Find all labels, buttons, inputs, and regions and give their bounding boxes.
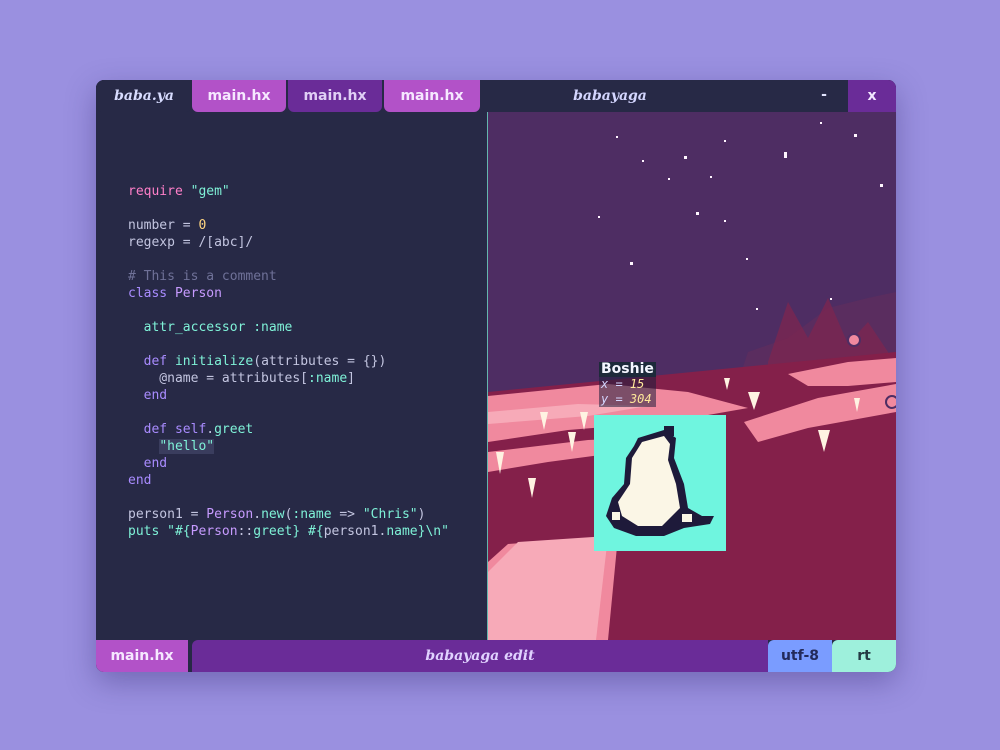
tab-main-hx-1[interactable]: main.hx	[192, 80, 286, 112]
code-line: def self.greet	[143, 422, 254, 437]
title-bar: baba.ya main.hx main.hx main.hx babayaga…	[96, 80, 896, 112]
code-line: number = 0	[128, 218, 207, 233]
game-scene	[488, 112, 896, 640]
code-line: puts "#{Person::greet} #{person1.name}\n…	[128, 524, 449, 539]
sprite-debug-label: Boshie x = 15 y = 304	[599, 362, 656, 407]
code-line: end	[128, 473, 152, 488]
status-file-name[interactable]: main.hx	[96, 640, 188, 672]
x-value: 15	[629, 377, 645, 391]
code-line: end	[143, 388, 168, 403]
code-line: require "gem"	[128, 184, 230, 199]
code-line: def initialize(attributes = {})	[143, 354, 387, 369]
game-viewport[interactable]: Boshie x = 15 y = 304	[488, 112, 896, 640]
mode-badge[interactable]: rt	[832, 640, 896, 672]
marker-orb	[847, 333, 861, 347]
code-line: "hello"	[159, 439, 215, 454]
code-line: class Person	[128, 286, 222, 301]
y-value: 304	[629, 392, 652, 406]
close-button[interactable]: x	[848, 80, 896, 112]
sprite-y-coordinate: y = 304	[599, 392, 656, 407]
code-line: end	[143, 456, 168, 471]
code-line: person1 = Person.new(:name => "Chris")	[128, 507, 426, 522]
code-editor[interactable]: require "gem" number = 0 regexp = /[abc]/ #…	[96, 112, 487, 640]
sprite-x-coordinate: x = 15	[599, 377, 656, 392]
minimize-button[interactable]: -	[812, 80, 836, 112]
code-line: attr_accessor :name	[143, 320, 293, 335]
babayaga-window: baba.ya main.hx main.hx main.hx babayaga…	[96, 80, 896, 672]
status-mode-title: babayaga edit	[192, 640, 768, 672]
code-content[interactable]: require "gem" number = 0 regexp = /[abc]/ #…	[128, 183, 449, 540]
code-line: @name = attributes[:name]	[128, 371, 355, 386]
x-label: x =	[601, 377, 630, 391]
code-line: regexp = /[abc]/	[128, 235, 254, 250]
sprite-name: Boshie	[599, 361, 656, 377]
status-bar: main.hx babayaga edit utf-8 rt	[96, 640, 896, 672]
marker-orb	[885, 395, 896, 409]
tab-main-hx-2[interactable]: main.hx	[288, 80, 382, 112]
tab-file-name[interactable]: baba.ya	[96, 80, 192, 112]
code-line: # This is a comment	[128, 269, 277, 284]
y-label: y =	[601, 392, 630, 406]
tab-main-hx-3[interactable]: main.hx	[384, 80, 480, 112]
encoding-badge[interactable]: utf-8	[768, 640, 832, 672]
window-title: babayaga	[573, 88, 647, 104]
